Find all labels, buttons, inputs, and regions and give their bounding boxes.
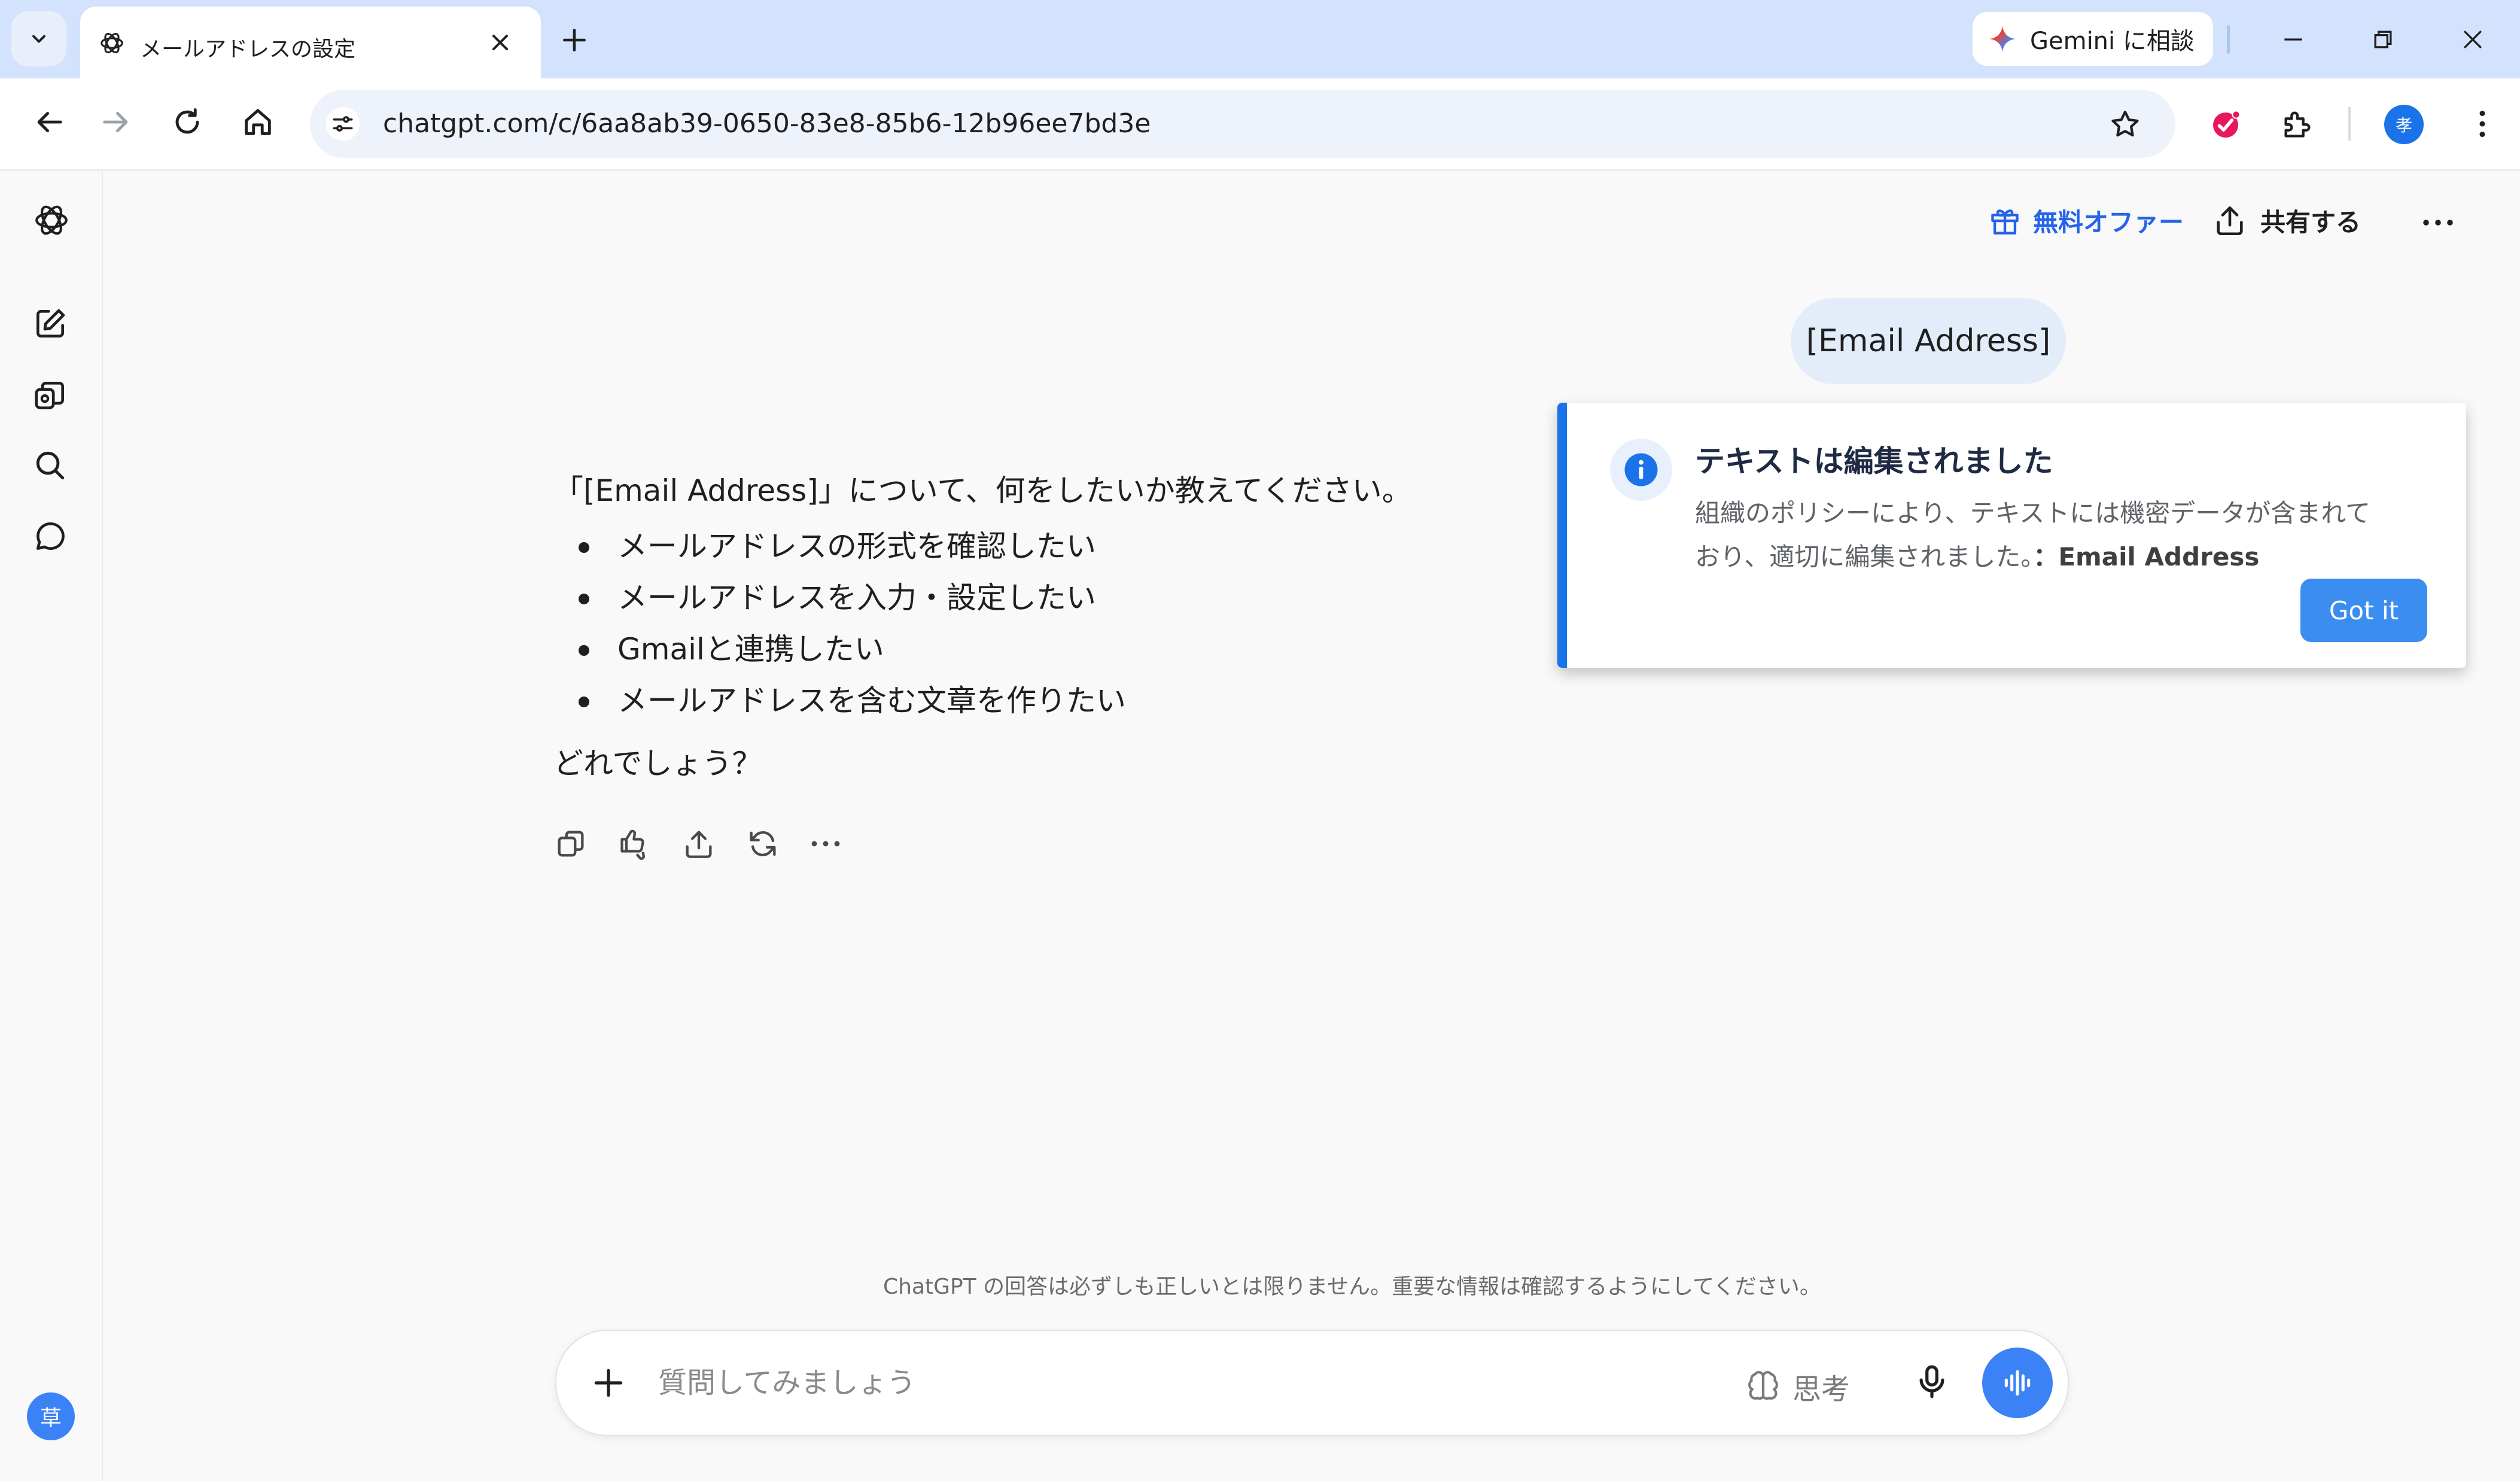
browser-toolbar: chatgpt.com/c/6aa8ab39-0650-83e8-85b6-12… xyxy=(0,78,2520,171)
bookmark-star-icon[interactable] xyxy=(2108,108,2142,141)
new-tab-icon[interactable] xyxy=(559,25,589,55)
forward-arrow-icon[interactable] xyxy=(99,105,133,139)
message-composer: 思考 xyxy=(555,1330,2069,1436)
app-sidebar: 草 xyxy=(0,171,103,1481)
tune-icon xyxy=(333,116,353,132)
assistant-intro-text: 「[Email Address]」について、何をしたいか教えてください。 xyxy=(553,473,1412,508)
free-offer-button[interactable]: 無料オファー xyxy=(1988,202,2184,239)
chat-input[interactable] xyxy=(658,1357,1675,1409)
window-close-icon[interactable] xyxy=(2460,26,2486,53)
tabstrip-divider xyxy=(2227,25,2230,54)
notice-title: テキストは編集されました xyxy=(1695,444,2053,479)
library-icon[interactable] xyxy=(32,377,69,414)
notice-body: 組織のポリシーにより、テキストには機密データが含まれて おり、適切に編集されまし… xyxy=(1695,491,2437,579)
user-message-text: [Email Address] xyxy=(1806,323,2051,359)
user-avatar[interactable]: 草 xyxy=(27,1392,75,1440)
close-tab-icon[interactable] xyxy=(487,29,513,56)
back-arrow-icon[interactable] xyxy=(32,105,66,139)
regenerate-button[interactable] xyxy=(745,826,809,862)
toolbar-divider xyxy=(2348,107,2351,141)
assistant-option-list: メールアドレスの形式を確認したい メールアドレスを入力・設定したい Gmailと… xyxy=(553,521,1511,726)
got-it-button[interactable]: Got it xyxy=(2300,579,2427,642)
copy-button[interactable] xyxy=(553,826,617,862)
more-icon xyxy=(811,841,840,847)
info-icon xyxy=(1624,453,1658,486)
gift-icon xyxy=(1991,209,2019,235)
extensions-puzzle-icon[interactable] xyxy=(2280,107,2315,142)
tab-search-button[interactable] xyxy=(11,11,66,66)
chatgpt-favicon-icon xyxy=(101,32,123,54)
microphone-icon[interactable] xyxy=(1912,1362,1952,1401)
address-bar[interactable]: chatgpt.com/c/6aa8ab39-0650-83e8-85b6-12… xyxy=(310,90,2175,158)
thumbs-icon xyxy=(620,829,646,860)
free-offer-label: 無料オファー xyxy=(2033,208,2184,237)
openai-logo-icon[interactable] xyxy=(32,200,71,240)
share-button[interactable]: 共有する xyxy=(2212,202,2361,239)
share-label: 共有する xyxy=(2260,208,2361,237)
share-icon xyxy=(686,831,712,858)
search-icon[interactable] xyxy=(32,447,69,484)
attach-plus-icon[interactable] xyxy=(590,1364,627,1401)
chat-bubble-icon[interactable] xyxy=(32,518,69,555)
voice-waveform-icon xyxy=(2004,1370,2031,1396)
share-message-button[interactable] xyxy=(681,826,745,862)
gemini-sparkle-icon xyxy=(1989,26,2016,52)
message-actions xyxy=(553,826,874,862)
assistant-message: 「[Email Address]」について、何をしたいか教えてください。 メール… xyxy=(553,461,1511,793)
restore-icon[interactable] xyxy=(2370,26,2396,53)
tab-title: メールアドレスの設定 xyxy=(140,37,356,62)
new-chat-icon[interactable] xyxy=(32,305,69,342)
redaction-notice: テキストは編集されました 組織のポリシーにより、テキストには機密データが含まれて… xyxy=(1557,403,2466,668)
list-item: メールアドレスを含む文章を作りたい xyxy=(579,675,1511,726)
notice-body-line: おり、適切に編集されました。：Email Address xyxy=(1695,535,2437,579)
copy-icon xyxy=(558,831,584,857)
think-label: 思考 xyxy=(1792,1373,1851,1406)
browser-menu-icon[interactable] xyxy=(2464,106,2500,142)
profile-avatar[interactable]: 孝 xyxy=(2384,105,2424,144)
regenerate-icon xyxy=(750,831,776,857)
voice-mode-button[interactable] xyxy=(1982,1348,2053,1418)
notice-body-text: おり、適切に編集されました。 xyxy=(1695,542,2034,571)
list-item: メールアドレスを入力・設定したい xyxy=(579,572,1511,624)
redacted-type: ：Email Address xyxy=(2033,542,2260,571)
minimize-icon[interactable] xyxy=(2280,26,2306,53)
brain-icon xyxy=(1748,1371,1778,1400)
browser-tab-active[interactable]: メールアドレスの設定 xyxy=(80,7,541,78)
reload-icon[interactable] xyxy=(170,105,205,139)
home-icon[interactable] xyxy=(241,105,275,139)
gemini-button-label: Gemini に相談 xyxy=(2030,28,2195,55)
notice-info-badge xyxy=(1610,439,1672,501)
share-upload-icon xyxy=(2217,206,2243,235)
list-item: メールアドレスの形式を確認したい xyxy=(579,521,1511,572)
chevron-down-icon xyxy=(32,35,45,43)
conversation-more-icon[interactable] xyxy=(2420,211,2456,235)
think-toggle-button[interactable]: 思考 xyxy=(1746,1366,1850,1407)
site-info-button[interactable] xyxy=(326,107,360,141)
user-message-bubble: [Email Address] xyxy=(1791,298,2066,384)
notice-body-line: 組織のポリシーにより、テキストには機密データが含まれて xyxy=(1695,498,2370,528)
browser-tab-strip: メールアドレスの設定 Gemini に相談 xyxy=(0,0,2520,78)
feedback-button[interactable] xyxy=(617,826,681,862)
extension-icon[interactable] xyxy=(2209,108,2242,142)
assistant-outro-text: どれでしょう？ xyxy=(553,746,762,781)
message-more-button[interactable] xyxy=(809,826,874,862)
disclaimer-text: ChatGPT の回答は必ずしも正しいとは限りません。重要な情報は確認するように… xyxy=(883,1275,1821,1299)
url-text: chatgpt.com/c/6aa8ab39-0650-83e8-85b6-12… xyxy=(383,108,1151,139)
gemini-button[interactable]: Gemini に相談 xyxy=(1973,12,2213,66)
list-item: Gmailと連携したい xyxy=(579,624,1511,675)
